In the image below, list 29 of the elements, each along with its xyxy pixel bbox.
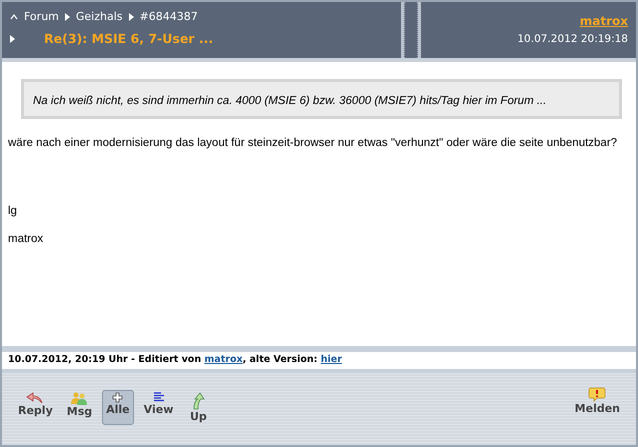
breadcrumb-separator-icon (128, 12, 134, 20)
post-datetime: 10.07.2012 20:19:18 (517, 33, 628, 45)
users-icon (69, 392, 90, 405)
back-arrow-icon (26, 392, 44, 404)
report-button[interactable]: Melden (570, 385, 624, 417)
breadcrumb-separator-icon (64, 12, 70, 20)
warning-speech-icon (588, 387, 606, 402)
user-link[interactable]: matrox (204, 354, 243, 365)
breadcrumb-link[interactable]: Forum (24, 10, 59, 23)
breadcrumb-link[interactable]: Geizhals (76, 10, 122, 23)
post-paragraph: matrox (8, 232, 44, 246)
toolbar-button[interactable]: Msg (62, 390, 96, 425)
collapse-icon[interactable] (10, 14, 18, 20)
toolbar-button[interactable]: Alle (102, 390, 134, 425)
up-arrow-icon (191, 392, 206, 410)
post-paragraph: wäre nach einer modernisierung das layout für steinzeit-browser nur etwas "verhunzt" oder wäre die seite unbenutzbar? (8, 136, 618, 150)
expand-icon[interactable] (10, 34, 15, 42)
plus-icon (112, 392, 124, 403)
quote-text: Na ich weiß nicht, es sind immerhin ca. 4000 (MSIE 6) bzw. 36000 (MSIE7) hits/Tag hier im Forum ... (33, 95, 546, 107)
post-paragraph: lg (8, 204, 18, 218)
old-version-link[interactable]: hier (320, 354, 342, 365)
toolbar-button[interactable]: View (140, 390, 178, 425)
toolbar-button[interactable]: Up (183, 390, 214, 425)
list-icon (152, 392, 164, 403)
post-title: Re(3): MSIE 6, 7-User ... (44, 31, 214, 46)
header-divider-panel (404, 2, 418, 58)
breadcrumb-link[interactable]: #6844387 (140, 10, 198, 23)
toolbar-button[interactable]: Reply (14, 390, 57, 425)
edit-note: 10.07.2012, 20:19 Uhr - Editiert von matrox, alte Version: hier (8, 354, 342, 365)
